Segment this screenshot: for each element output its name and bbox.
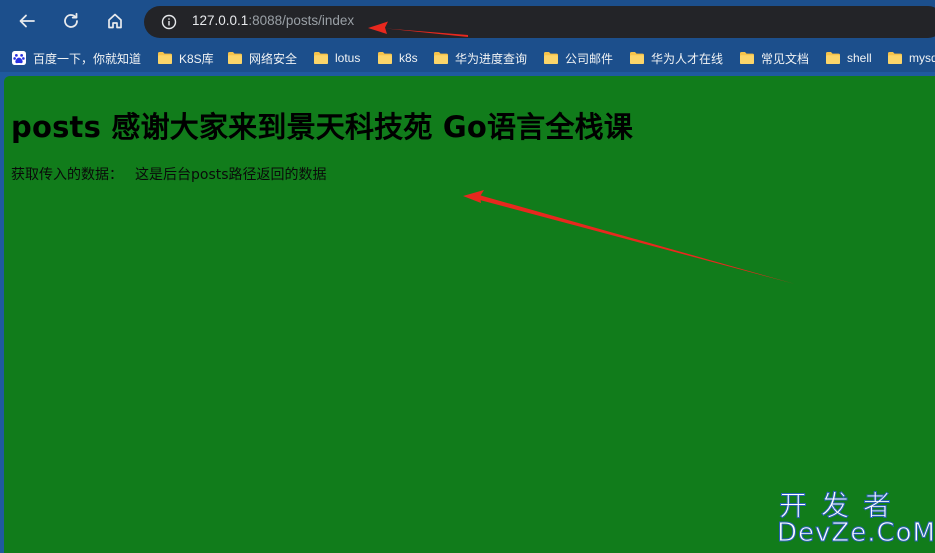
bookmark-folder-huawei-progress[interactable]: 华为进度查询 — [433, 49, 527, 67]
bookmark-label: k8s — [399, 51, 418, 65]
bookmark-folder-lotus[interactable]: lotus — [313, 49, 360, 67]
back-button[interactable] — [13, 7, 41, 35]
url-host: 127.0.0.1 — [192, 13, 249, 28]
page-content: posts 感谢大家来到景天科技苑 Go语言全栈课 获取传入的数据： 这是后台po… — [4, 76, 935, 553]
arrow-left-icon — [19, 14, 35, 28]
reload-icon — [64, 12, 78, 28]
home-button[interactable] — [101, 7, 129, 35]
address-bar[interactable]: 127.0.0.1:8088/posts/index — [144, 6, 935, 38]
page-heading: posts 感谢大家来到景天科技苑 Go语言全栈课 — [11, 110, 633, 144]
bookmark-label: 常见文档 — [761, 51, 810, 66]
browser-toolbar: 127.0.0.1:8088/posts/index — [0, 0, 935, 43]
data-paragraph: 获取传入的数据： 这是后台posts路径返回的数据 — [11, 164, 327, 184]
info-icon[interactable] — [161, 14, 177, 30]
bookmarks-bar: 百度一下，你就知道 K8S库 网络安全 lotus k8s 华为进度查询 公司邮… — [0, 43, 935, 72]
bookmark-baidu[interactable]: 百度一下，你就知道 — [11, 49, 141, 67]
bookmark-folder-k8s[interactable]: k8s — [377, 49, 418, 67]
bookmark-label: lotus — [335, 51, 361, 65]
baidu-icon — [12, 51, 26, 65]
bookmark-label: 华为人才在线 — [651, 51, 724, 66]
reload-button[interactable] — [57, 7, 85, 35]
url-text[interactable]: 127.0.0.1:8088/posts/index — [192, 13, 354, 28]
folder-icon — [228, 52, 242, 64]
bookmark-label: mysq — [909, 51, 935, 65]
folder-icon — [544, 52, 558, 64]
folder-icon — [314, 52, 328, 64]
folder-icon — [740, 52, 754, 64]
folder-icon — [158, 52, 172, 64]
bookmark-folder-common-docs[interactable]: 常见文档 — [739, 49, 809, 67]
data-label: 获取传入的数据： — [11, 167, 123, 183]
bookmark-label: shell — [847, 51, 872, 65]
bookmark-label: 公司邮件 — [565, 51, 614, 66]
bookmark-folder-mysql[interactable]: mysq — [887, 49, 935, 67]
bookmark-label: 网络安全 — [249, 51, 298, 66]
bookmark-folder-huawei-talent[interactable]: 华为人才在线 — [629, 49, 723, 67]
folder-icon — [826, 52, 840, 64]
bookmark-folder-shell[interactable]: shell — [825, 49, 872, 67]
bookmark-label: 华为进度查询 — [455, 51, 528, 66]
folder-icon — [888, 52, 902, 64]
data-value: 这是后台posts路径返回的数据 — [135, 167, 327, 183]
bookmark-folder-k8s-lib[interactable]: K8S库 — [157, 49, 214, 67]
bookmark-folder-company-mail[interactable]: 公司邮件 — [543, 49, 613, 67]
home-icon — [108, 13, 122, 29]
folder-icon — [630, 52, 644, 64]
bookmark-folder-network-security[interactable]: 网络安全 — [227, 49, 297, 67]
browser-window: 127.0.0.1:8088/posts/index 百度一下，你就知道 K8S… — [0, 0, 935, 553]
folder-icon — [378, 52, 392, 64]
folder-icon — [434, 52, 448, 64]
bookmark-label: 百度一下，你就知道 — [33, 51, 142, 66]
bookmark-label: K8S库 — [179, 51, 214, 66]
url-path: :8088/posts/index — [248, 13, 355, 28]
